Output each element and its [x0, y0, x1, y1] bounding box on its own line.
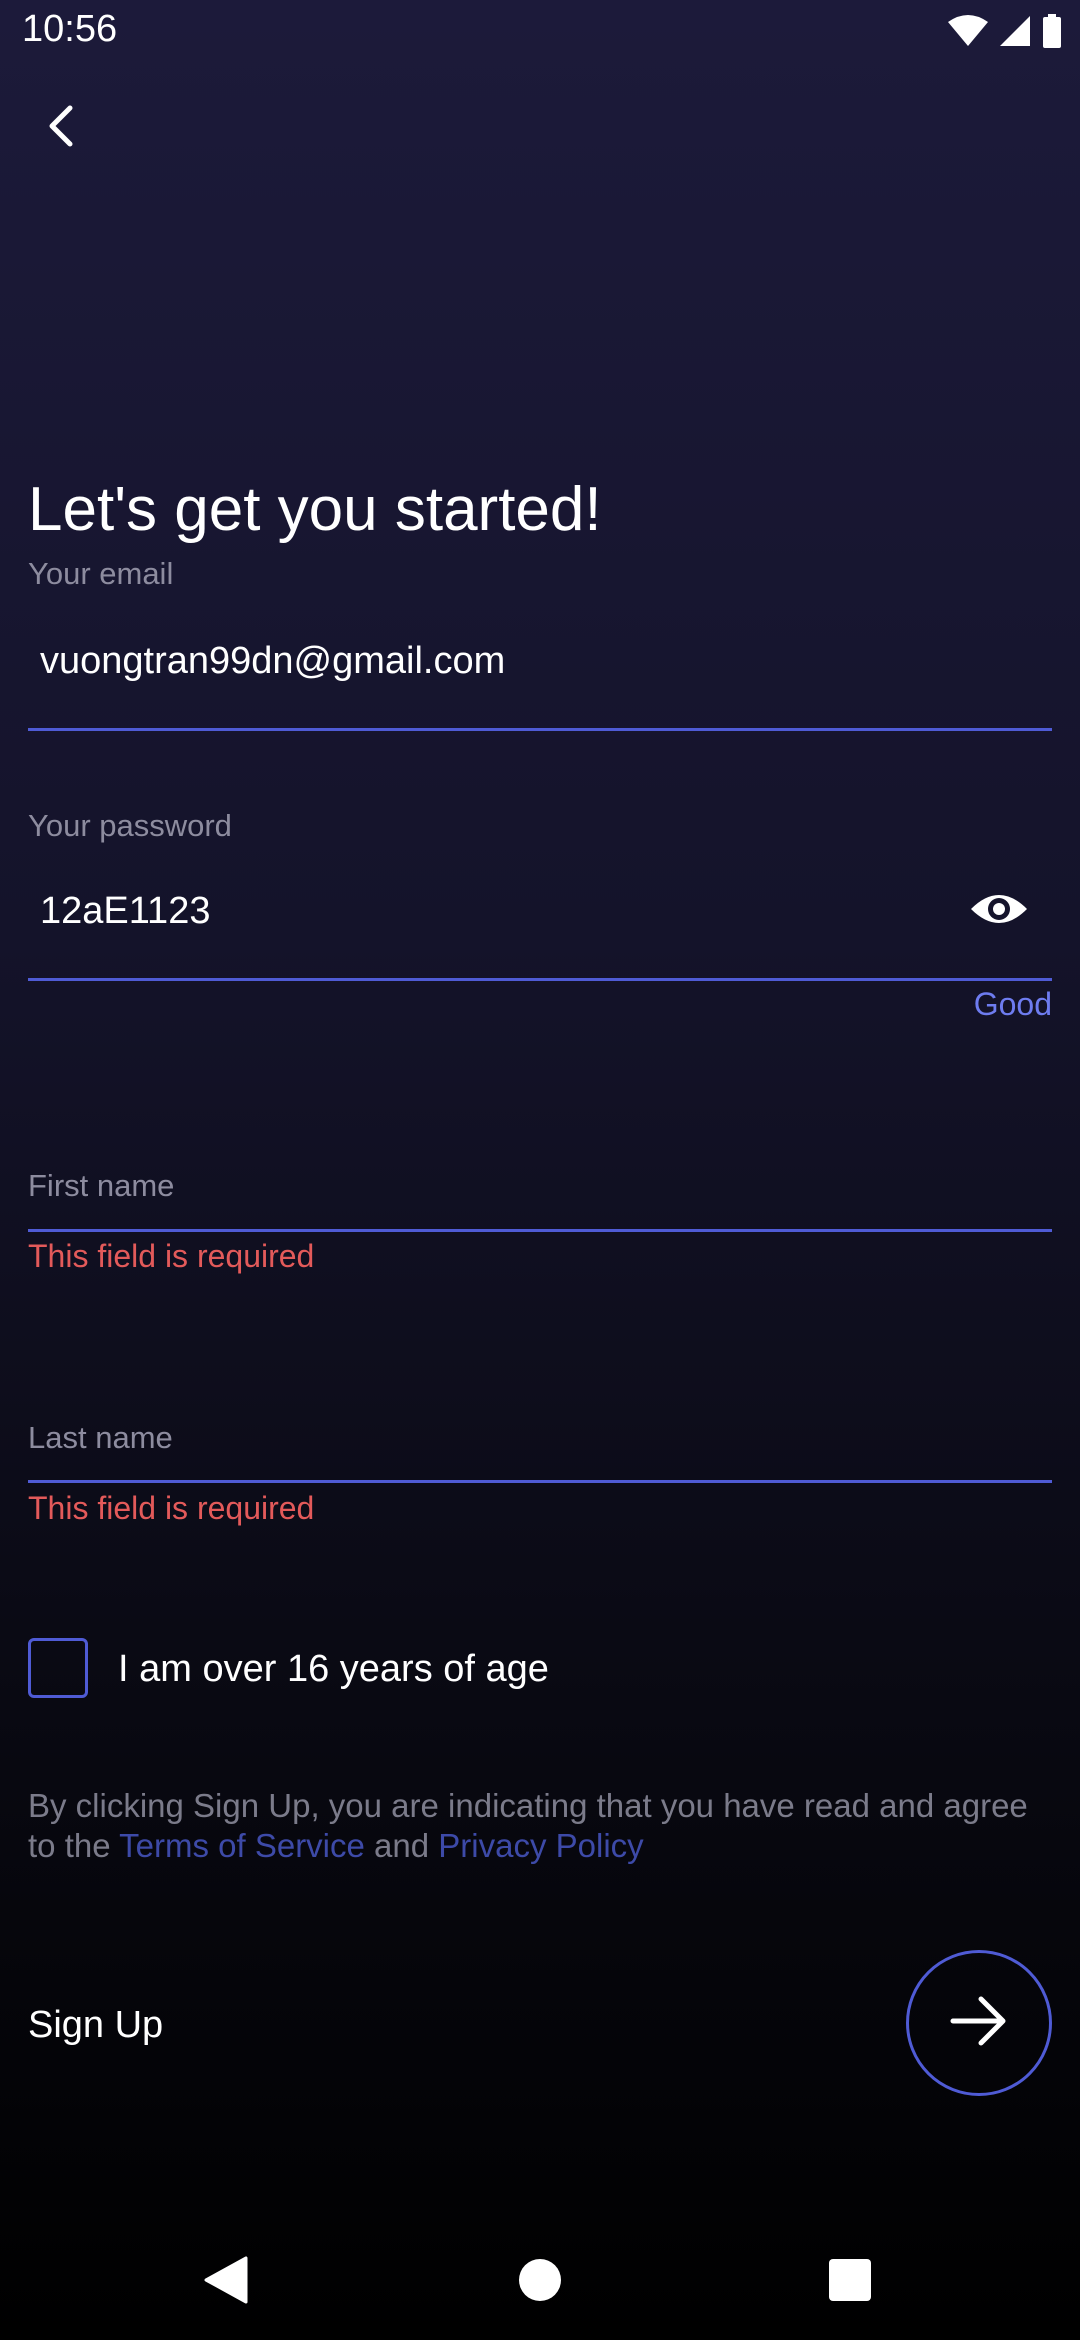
signup-button[interactable] — [906, 1950, 1052, 2096]
back-button[interactable] — [30, 96, 94, 160]
status-time: 10:56 — [22, 8, 118, 50]
recents-square-icon — [828, 2258, 872, 2307]
password-label: Your password — [28, 808, 232, 843]
last-name-error: This field is required — [28, 1490, 315, 1526]
nav-recents-button[interactable] — [820, 2254, 880, 2310]
terms-of-service-link[interactable]: Terms of Service — [119, 1827, 365, 1864]
signup-label: Sign Up — [28, 2004, 164, 2046]
email-field[interactable]: vuongtran99dn@gmail.com — [40, 640, 505, 683]
wifi-icon — [948, 14, 988, 53]
page-title: Let's get you started! — [28, 475, 602, 544]
last-name-field[interactable]: Last name — [28, 1420, 173, 1456]
eye-icon — [969, 889, 1029, 934]
password-strength: Good — [973, 986, 1052, 1022]
status-icons — [948, 14, 1062, 53]
arrow-right-icon — [949, 1993, 1009, 2054]
first-name-error: This field is required — [28, 1238, 315, 1274]
home-circle-icon — [518, 2258, 562, 2307]
nav-home-button[interactable] — [510, 2254, 570, 2310]
back-triangle-icon — [204, 2256, 248, 2309]
toggle-password-visibility-button[interactable] — [964, 886, 1034, 936]
last-name-underline — [28, 1480, 1052, 1483]
password-field[interactable]: 12aE1123 — [40, 890, 210, 933]
terms-connector: and — [364, 1827, 439, 1864]
password-underline — [28, 978, 1052, 981]
email-label: Your email — [28, 556, 174, 591]
nav-back-button[interactable] — [196, 2254, 256, 2310]
system-nav-bar — [0, 2220, 1080, 2340]
signal-icon — [998, 14, 1032, 53]
battery-icon — [1042, 14, 1062, 53]
first-name-underline — [28, 1229, 1052, 1232]
email-underline — [28, 728, 1052, 731]
age-checkbox[interactable] — [28, 1638, 88, 1698]
age-checkbox-label[interactable]: I am over 16 years of age — [118, 1648, 549, 1691]
privacy-policy-link[interactable]: Privacy Policy — [438, 1827, 643, 1864]
chevron-left-icon — [44, 104, 80, 153]
first-name-field[interactable]: First name — [28, 1168, 174, 1204]
terms-text: By clicking Sign Up, you are indicating … — [28, 1786, 1058, 1866]
